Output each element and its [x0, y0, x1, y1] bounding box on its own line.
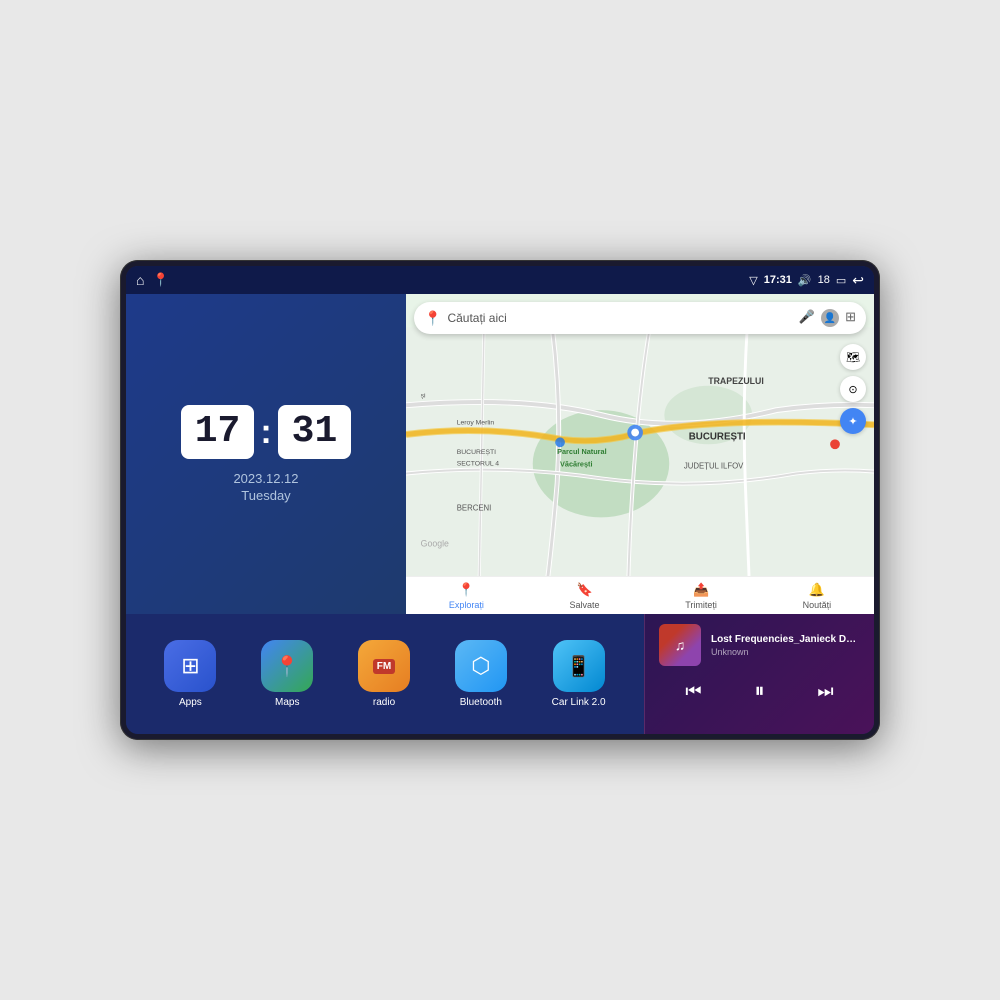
- status-left-icons: ⌂ 📍: [136, 272, 169, 288]
- music-controls: ⏮ ⏸ ⏭: [659, 676, 860, 707]
- apps-label: Apps: [179, 697, 202, 708]
- map-right-controls: 🗺 ⊙ ✦: [840, 344, 866, 434]
- saved-icon: 🔖: [576, 582, 592, 598]
- signal-icon: ▽: [749, 274, 757, 287]
- bluetooth-icon: ⬡: [455, 640, 507, 692]
- app-icon-carlink[interactable]: 📱 Car Link 2.0: [552, 640, 606, 708]
- account-icon[interactable]: 👤: [821, 309, 839, 327]
- svg-text:JUDEȚUL ILFOV: JUDEȚUL ILFOV: [684, 462, 744, 471]
- status-bar: ⌂ 📍 ▽ 17:31 🔊 18 ▭ ↩: [126, 266, 874, 294]
- saved-label: Salvate: [570, 600, 600, 610]
- bluetooth-label: Bluetooth: [460, 697, 502, 708]
- map-layers-button[interactable]: 🗺: [840, 344, 866, 370]
- grid-icon[interactable]: ⊞: [845, 309, 856, 327]
- svg-text:BERCENI: BERCENI: [457, 504, 492, 513]
- microphone-icon[interactable]: 🎤: [799, 309, 815, 327]
- top-section: 17 : 31 2023.12.12 Tuesday: [126, 294, 874, 614]
- map-nav-news[interactable]: 🔔 Noutăți: [803, 582, 832, 610]
- map-nav-explore[interactable]: 📍 Explorați: [449, 582, 484, 610]
- map-bottom-bar: 📍 Explorați 🔖 Salvate 📤 Trimiteți �: [406, 576, 874, 614]
- music-next-button[interactable]: ⏭: [809, 677, 841, 706]
- home-icon[interactable]: ⌂: [136, 272, 144, 288]
- app-icon-maps[interactable]: 📍 Maps: [261, 640, 313, 708]
- news-label: Noutăți: [803, 600, 832, 610]
- music-prev-button[interactable]: ⏮: [677, 677, 709, 706]
- main-content: 17 : 31 2023.12.12 Tuesday: [126, 294, 874, 734]
- app-icon-bluetooth[interactable]: ⬡ Bluetooth: [455, 640, 507, 708]
- clock-day: Tuesday: [241, 488, 290, 503]
- music-title: Lost Frequencies_Janieck Devy-...: [711, 634, 860, 645]
- battery-level: 18: [818, 274, 830, 286]
- clock-minutes: 31: [278, 405, 352, 459]
- svg-text:și: și: [421, 392, 426, 399]
- map-svg: TRAPEZULUI BUCUREȘTI JUDEȚUL ILFOV BERCE…: [406, 294, 874, 614]
- volume-icon: 🔊: [798, 274, 812, 287]
- maps-status-icon[interactable]: 📍: [152, 272, 168, 288]
- apps-section: ⊞ Apps 📍 Maps FM radio: [126, 614, 644, 734]
- clock-display: 17 : 31: [181, 405, 352, 459]
- music-player: ♫ Lost Frequencies_Janieck Devy-... Unkn…: [644, 614, 874, 734]
- music-artist: Unknown: [711, 647, 860, 657]
- battery-icon: ▭: [836, 274, 846, 287]
- map-location-button[interactable]: ⊙: [840, 376, 866, 402]
- clock-hours: 17: [181, 405, 255, 459]
- bottom-section: ⊞ Apps 📍 Maps FM radio: [126, 614, 874, 734]
- carlink-icon: 📱: [553, 640, 605, 692]
- clock-colon: :: [260, 415, 271, 449]
- svg-text:Google: Google: [421, 539, 449, 549]
- back-icon[interactable]: ↩: [852, 272, 864, 289]
- map-search-text[interactable]: Căutați aici: [447, 311, 792, 325]
- explore-label: Explorați: [449, 600, 484, 610]
- music-text-info: Lost Frequencies_Janieck Devy-... Unknow…: [711, 634, 860, 657]
- car-infotainment-device: ⌂ 📍 ▽ 17:31 🔊 18 ▭ ↩ 17: [120, 260, 880, 740]
- radio-label: radio: [373, 697, 395, 708]
- app-icon-apps[interactable]: ⊞ Apps: [164, 640, 216, 708]
- map-search-right-icons: 🎤 👤 ⊞: [799, 309, 856, 327]
- map-compass-button[interactable]: ✦: [840, 408, 866, 434]
- svg-text:Parcul Natural: Parcul Natural: [557, 447, 606, 456]
- send-icon: 📤: [693, 582, 709, 598]
- carlink-label: Car Link 2.0: [552, 697, 606, 708]
- map-nav-send[interactable]: 📤 Trimiteți: [685, 582, 717, 610]
- radio-icon: FM: [358, 640, 410, 692]
- music-play-button[interactable]: ⏸: [746, 676, 772, 707]
- svg-text:TRAPEZULUI: TRAPEZULUI: [708, 376, 764, 386]
- status-time: 17:31: [764, 274, 792, 286]
- music-info: ♫ Lost Frequencies_Janieck Devy-... Unkn…: [659, 624, 860, 666]
- svg-text:Leroy Merlin: Leroy Merlin: [457, 420, 495, 427]
- map-search-bar[interactable]: 📍 Căutați aici 🎤 👤 ⊞: [414, 302, 866, 334]
- explore-icon: 📍: [458, 582, 474, 598]
- music-thumb-image: ♫: [659, 624, 701, 666]
- clock-date: 2023.12.12: [233, 471, 298, 486]
- device-screen: ⌂ 📍 ▽ 17:31 🔊 18 ▭ ↩ 17: [126, 266, 874, 734]
- status-right-info: ▽ 17:31 🔊 18 ▭ ↩: [749, 272, 864, 289]
- svg-text:BUCUREȘTI: BUCUREȘTI: [689, 431, 746, 442]
- map-nav-saved[interactable]: 🔖 Salvate: [570, 582, 600, 610]
- news-icon: 🔔: [809, 582, 825, 598]
- svg-text:BUCUREȘTI: BUCUREȘTI: [457, 449, 496, 456]
- music-thumbnail: ♫: [659, 624, 701, 666]
- svg-text:Văcărești: Văcărești: [560, 460, 592, 469]
- send-label: Trimiteți: [685, 600, 717, 610]
- svg-text:SECTORUL 4: SECTORUL 4: [457, 461, 500, 468]
- app-icon-radio[interactable]: FM radio: [358, 640, 410, 708]
- maps-label: Maps: [275, 697, 299, 708]
- maps-icon: 📍: [261, 640, 313, 692]
- apps-icon: ⊞: [164, 640, 216, 692]
- map-pin-icon: 📍: [424, 310, 441, 327]
- map-widget[interactable]: TRAPEZULUI BUCUREȘTI JUDEȚUL ILFOV BERCE…: [406, 294, 874, 614]
- clock-widget: 17 : 31 2023.12.12 Tuesday: [126, 294, 406, 614]
